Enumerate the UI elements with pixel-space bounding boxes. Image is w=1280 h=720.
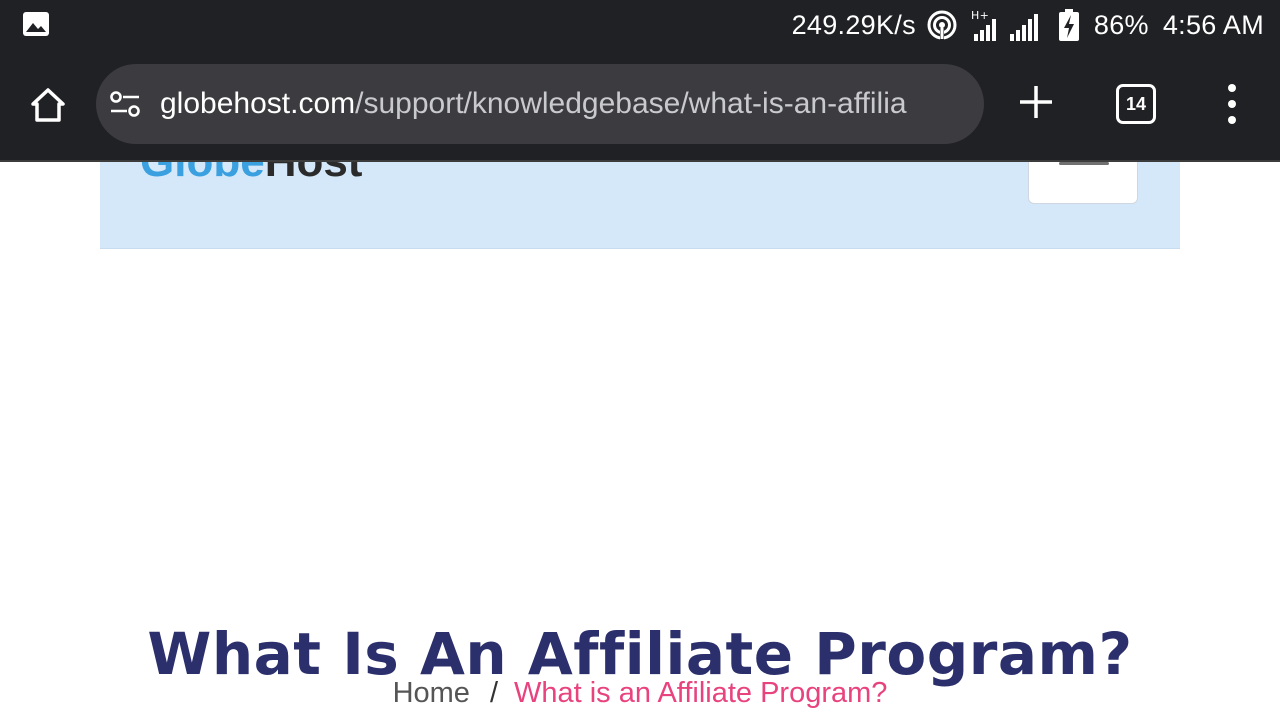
signal-icon: H+ bbox=[971, 9, 1038, 41]
battery-percent: 86% bbox=[1093, 9, 1149, 40]
url-domain: globehost.com bbox=[160, 87, 356, 120]
more-vert-icon[interactable] bbox=[1222, 80, 1242, 128]
status-bar: 249.29K/s H+ 86% 4:56 AM bbox=[0, 0, 1280, 50]
breadcrumb-current: What is an Affiliate Program? bbox=[514, 677, 888, 709]
new-tab-button[interactable] bbox=[1016, 82, 1056, 122]
battery-charging-icon bbox=[1058, 9, 1079, 41]
tab-switcher-button[interactable]: 14 bbox=[1116, 84, 1156, 124]
status-indicators: 249.29K/s H+ 86% 4:56 AM bbox=[792, 0, 1264, 50]
tab-count: 14 bbox=[1125, 93, 1147, 114]
clock: 4:56 AM bbox=[1162, 9, 1264, 40]
address-bar[interactable]: globehost.com/support/knowledgebase/what… bbox=[96, 64, 984, 144]
site-logo[interactable]: GlobeHost bbox=[140, 162, 362, 184]
url-path: /support/knowledgebase/what-is-an-affili… bbox=[355, 87, 907, 120]
url-text[interactable]: globehost.com/support/knowledgebase/what… bbox=[160, 64, 968, 144]
breadcrumb-separator: / bbox=[489, 677, 498, 709]
gallery-icon bbox=[23, 12, 49, 36]
home-button[interactable] bbox=[26, 83, 70, 127]
hamburger-icon bbox=[1059, 162, 1109, 165]
plus-icon bbox=[1020, 86, 1052, 118]
breadcrumb: Home / What is an Affiliate Program? bbox=[0, 674, 1280, 712]
web-page: GlobeHost What Is An Affiliate Program? … bbox=[0, 162, 1280, 720]
nav-menu-toggle[interactable] bbox=[1028, 162, 1138, 204]
logo-part-host: Host bbox=[265, 162, 363, 186]
logo-part-globe: Globe bbox=[140, 162, 265, 186]
site-settings-icon[interactable] bbox=[108, 88, 142, 120]
hotspot-icon bbox=[927, 10, 957, 41]
site-header: GlobeHost bbox=[100, 162, 1180, 249]
network-type-label: H+ bbox=[971, 9, 989, 22]
network-speed: 249.29K/s bbox=[791, 9, 916, 40]
home-icon bbox=[31, 88, 65, 122]
breadcrumb-home-link[interactable]: Home bbox=[393, 677, 470, 709]
browser-toolbar: globehost.com/support/knowledgebase/what… bbox=[0, 50, 1280, 162]
